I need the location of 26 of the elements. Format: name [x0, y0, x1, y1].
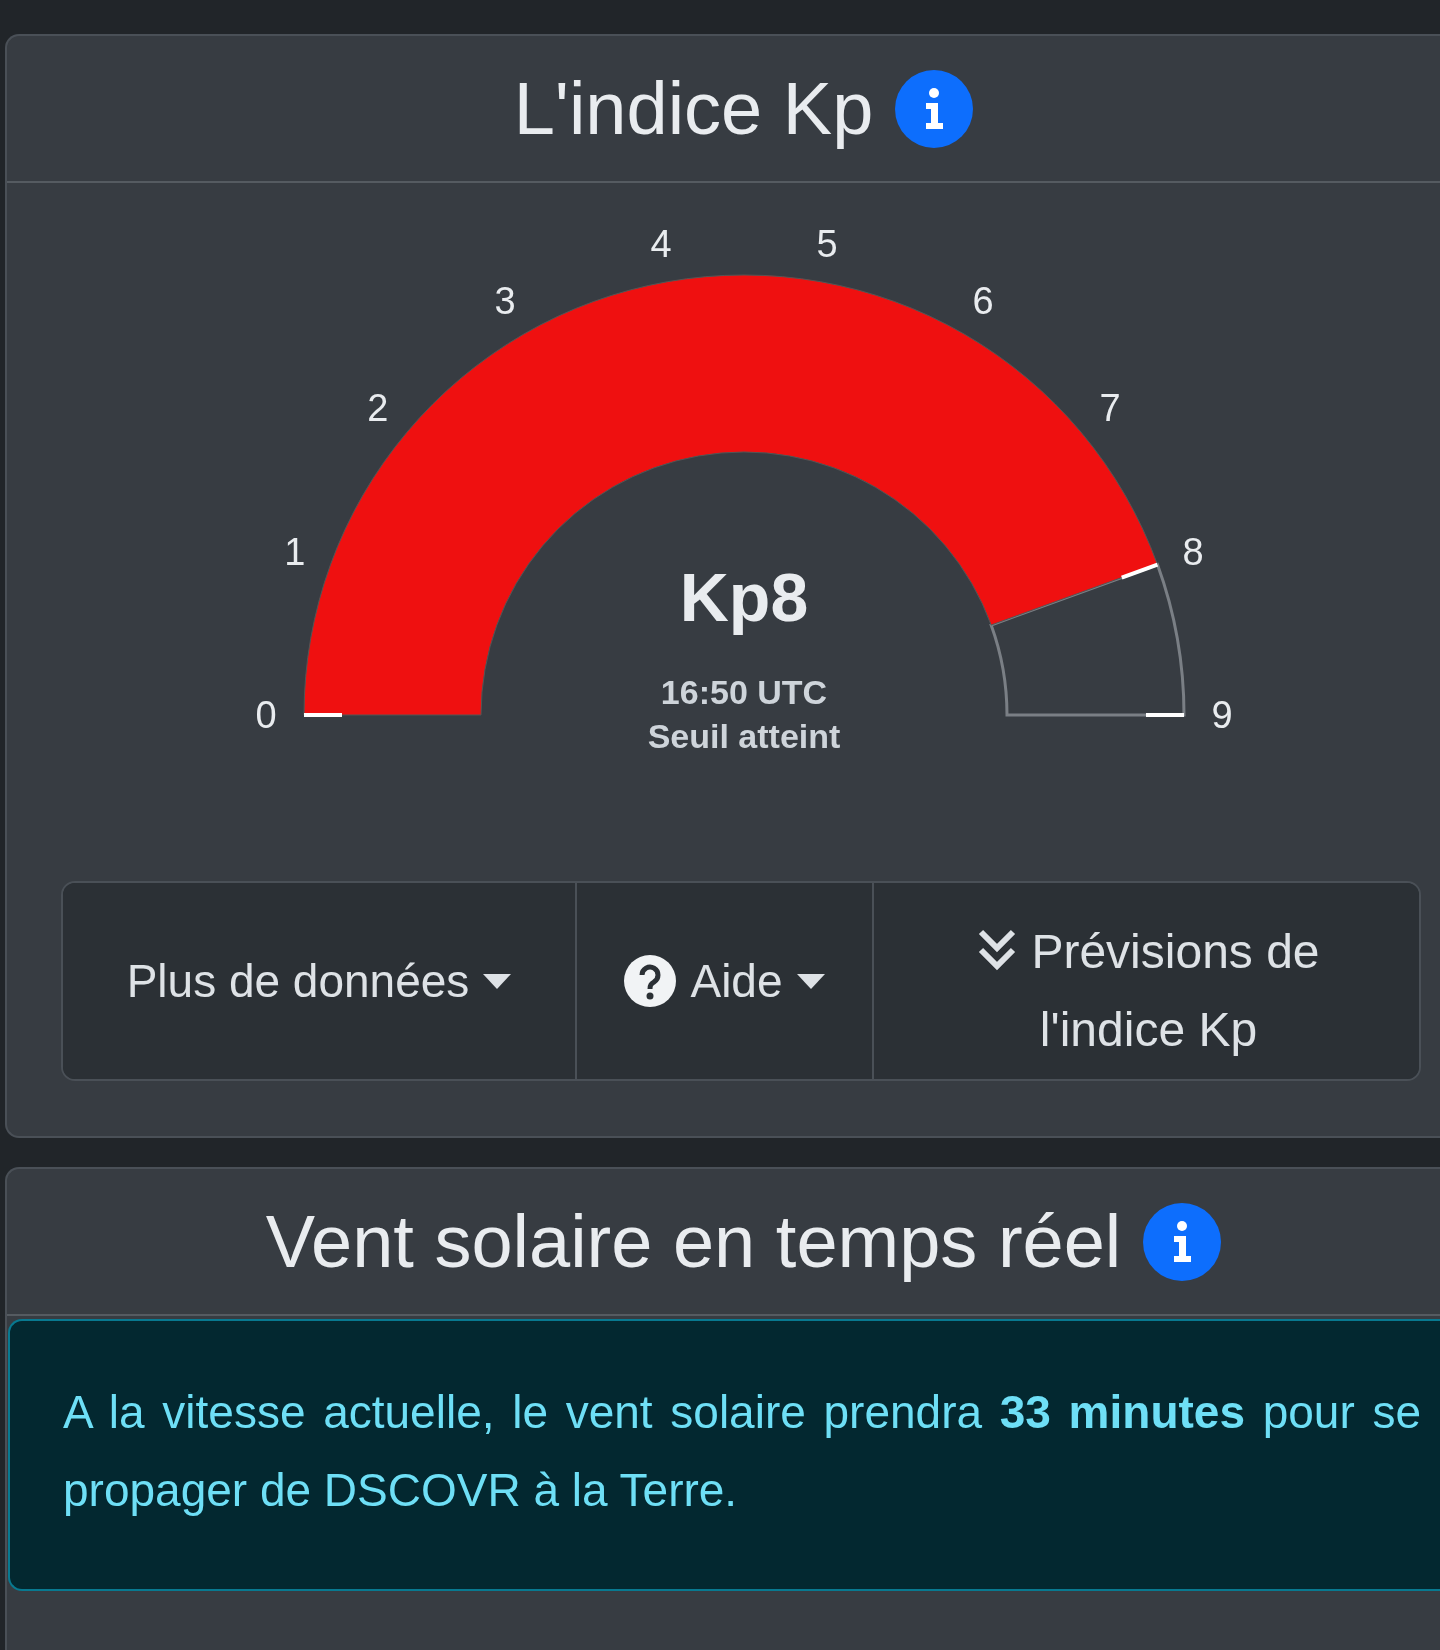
tick-mark	[1121, 562, 1159, 580]
gauge-tick-label: 4	[650, 223, 672, 266]
gauge-tick-label: 3	[494, 280, 516, 323]
tick-mark	[304, 713, 342, 717]
gauge-tick-label: 5	[816, 223, 838, 266]
gauge-value: Kp8	[679, 559, 809, 635]
gauge-tick-label: 7	[1099, 386, 1121, 429]
gauge-tick-label: 0	[255, 694, 277, 736]
gauge-tick-label: 6	[972, 280, 994, 323]
gauge-tick-label: 1	[284, 530, 306, 573]
info-icon[interactable]	[1143, 1202, 1222, 1281]
gauge-tick-label: 8	[1182, 530, 1204, 573]
caret-icon	[483, 973, 512, 989]
gauge-tick-label: 9	[1211, 694, 1233, 736]
threshold-status: Seuil atteint	[647, 717, 841, 755]
caret-icon	[796, 973, 825, 989]
card-title: L'indice Kp	[513, 66, 874, 151]
help-icon	[624, 955, 677, 1007]
alert-message: A la vitesse actuelle, le vent solaire prendra 33 minutes pour se propager de DSCOVR à la Terre.	[63, 1385, 1421, 1518]
forecast-button[interactable]: Prévisions de l'indice Kp	[872, 883, 1419, 1079]
double-chevron-down-icon	[977, 928, 1018, 972]
info-icon[interactable]	[895, 69, 974, 148]
tick-mark	[1146, 713, 1184, 717]
card-title: Vent solaire en temps réel	[265, 1199, 1122, 1284]
update-time: 16:50 UTC	[660, 673, 828, 711]
gauge-tick-label: 2	[367, 386, 389, 429]
